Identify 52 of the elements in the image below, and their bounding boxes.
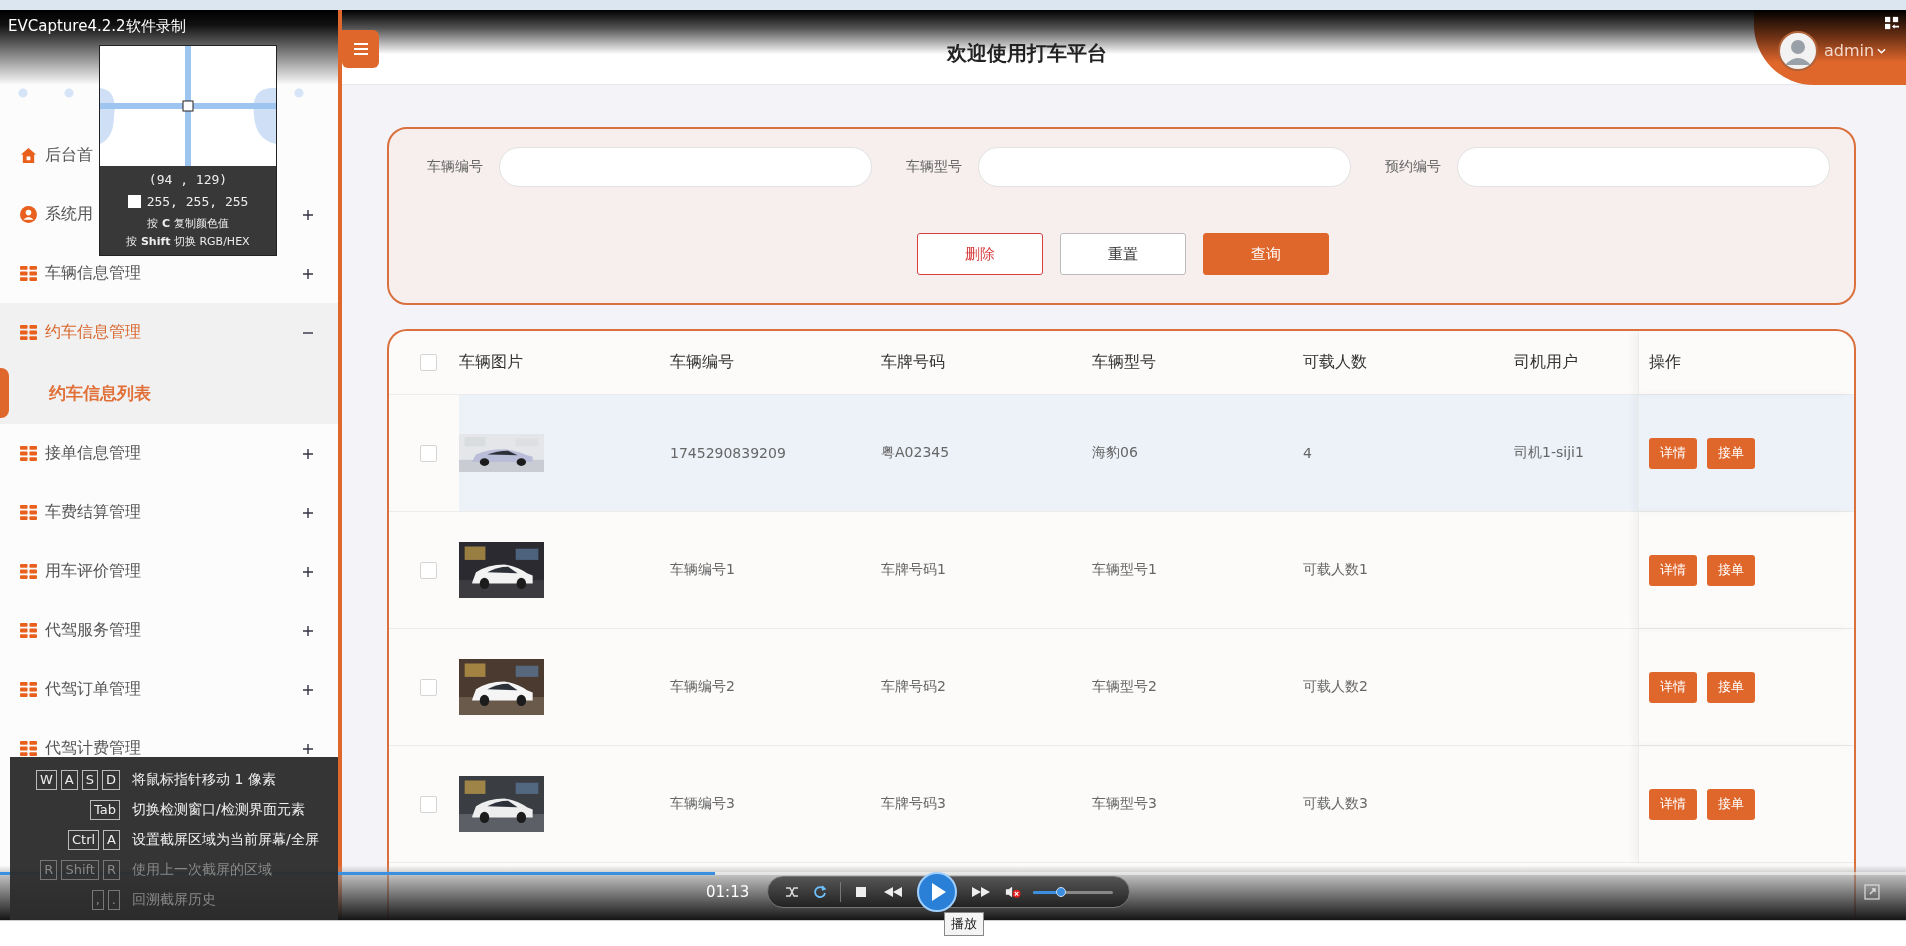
table-cell: 粤A02345 [881, 444, 950, 462]
key-cap: , [91, 890, 104, 910]
key-cap: Shift [61, 860, 99, 880]
column-header: 车牌号码 [881, 352, 945, 373]
column-header: 可载人数 [1303, 352, 1367, 373]
shortcut-text: 切换检测窗口/检测界面元素 [132, 801, 305, 819]
shortcut-text: 回溯截屏历史 [132, 891, 216, 909]
table-cell: 司机1-siji1 [1514, 444, 1584, 462]
table-cell: 车辆型号1 [1092, 561, 1157, 579]
table-cell: 车辆型号2 [1092, 678, 1157, 696]
key-cap: D [102, 770, 120, 790]
column-header: 车辆图片 [459, 352, 523, 373]
table-cell: 车牌号码1 [881, 561, 946, 579]
recorder-title: EVCapture4.2.2软件录制 [8, 17, 186, 35]
column-header: 司机用户 [1514, 352, 1578, 373]
table-cell: 1745290839209 [670, 445, 786, 461]
key-cap: A [103, 830, 120, 850]
page-title: 欢迎使用打车平台 [945, 39, 1108, 67]
picker-hint: 按 Shift 切换 RGB/HEX [126, 234, 250, 249]
coordinates: (94 , 129) [148, 172, 228, 187]
shortcut-text: 使用上一次截屏的区域 [132, 861, 272, 879]
table-cell: 车牌号码3 [881, 795, 946, 813]
table-cell: 车辆编号3 [670, 795, 735, 813]
picker-hint: 按 C 复制颜色值 [147, 216, 229, 231]
key-cap: S [81, 770, 98, 790]
tooltip: 播放 [944, 912, 984, 936]
table-cell: 车辆编号2 [670, 678, 735, 696]
table-cell: 可载人数2 [1303, 678, 1368, 696]
key-cap: A [60, 770, 78, 790]
time-label: 01:13 [706, 883, 750, 901]
table-cell: 车牌号码2 [881, 678, 946, 696]
shortcut-text: 将鼠标指针移动 1 像素 [132, 771, 276, 789]
table-cell: 4 [1303, 445, 1312, 461]
key-cap: Tab [90, 800, 120, 820]
field-label: 车辆编号 [427, 158, 484, 176]
table-cell: 可载人数3 [1303, 795, 1368, 813]
table-cell: 车辆编号1 [670, 561, 735, 579]
column-header: 车辆型号 [1092, 352, 1156, 373]
key-cap: W [35, 770, 57, 790]
column-header: 车辆编号 [670, 352, 734, 373]
color-value: 255, 255, 255 [146, 194, 249, 209]
key-cap: R [40, 860, 58, 880]
key-cap: Ctrl [67, 830, 100, 850]
column-header: 操作 [1649, 352, 1681, 373]
table-cell: 海豹06 [1092, 444, 1138, 462]
table-cell: 车辆型号3 [1092, 795, 1157, 813]
key-cap: R [102, 860, 120, 880]
field-label: 预约编号 [1385, 158, 1442, 176]
shortcut-text: 设置截屏区域为当前屏幕/全屏 [132, 831, 319, 849]
field-label: 车辆型号 [906, 158, 963, 176]
key-cap: . [107, 890, 120, 910]
table-cell: 可载人数1 [1303, 561, 1368, 579]
